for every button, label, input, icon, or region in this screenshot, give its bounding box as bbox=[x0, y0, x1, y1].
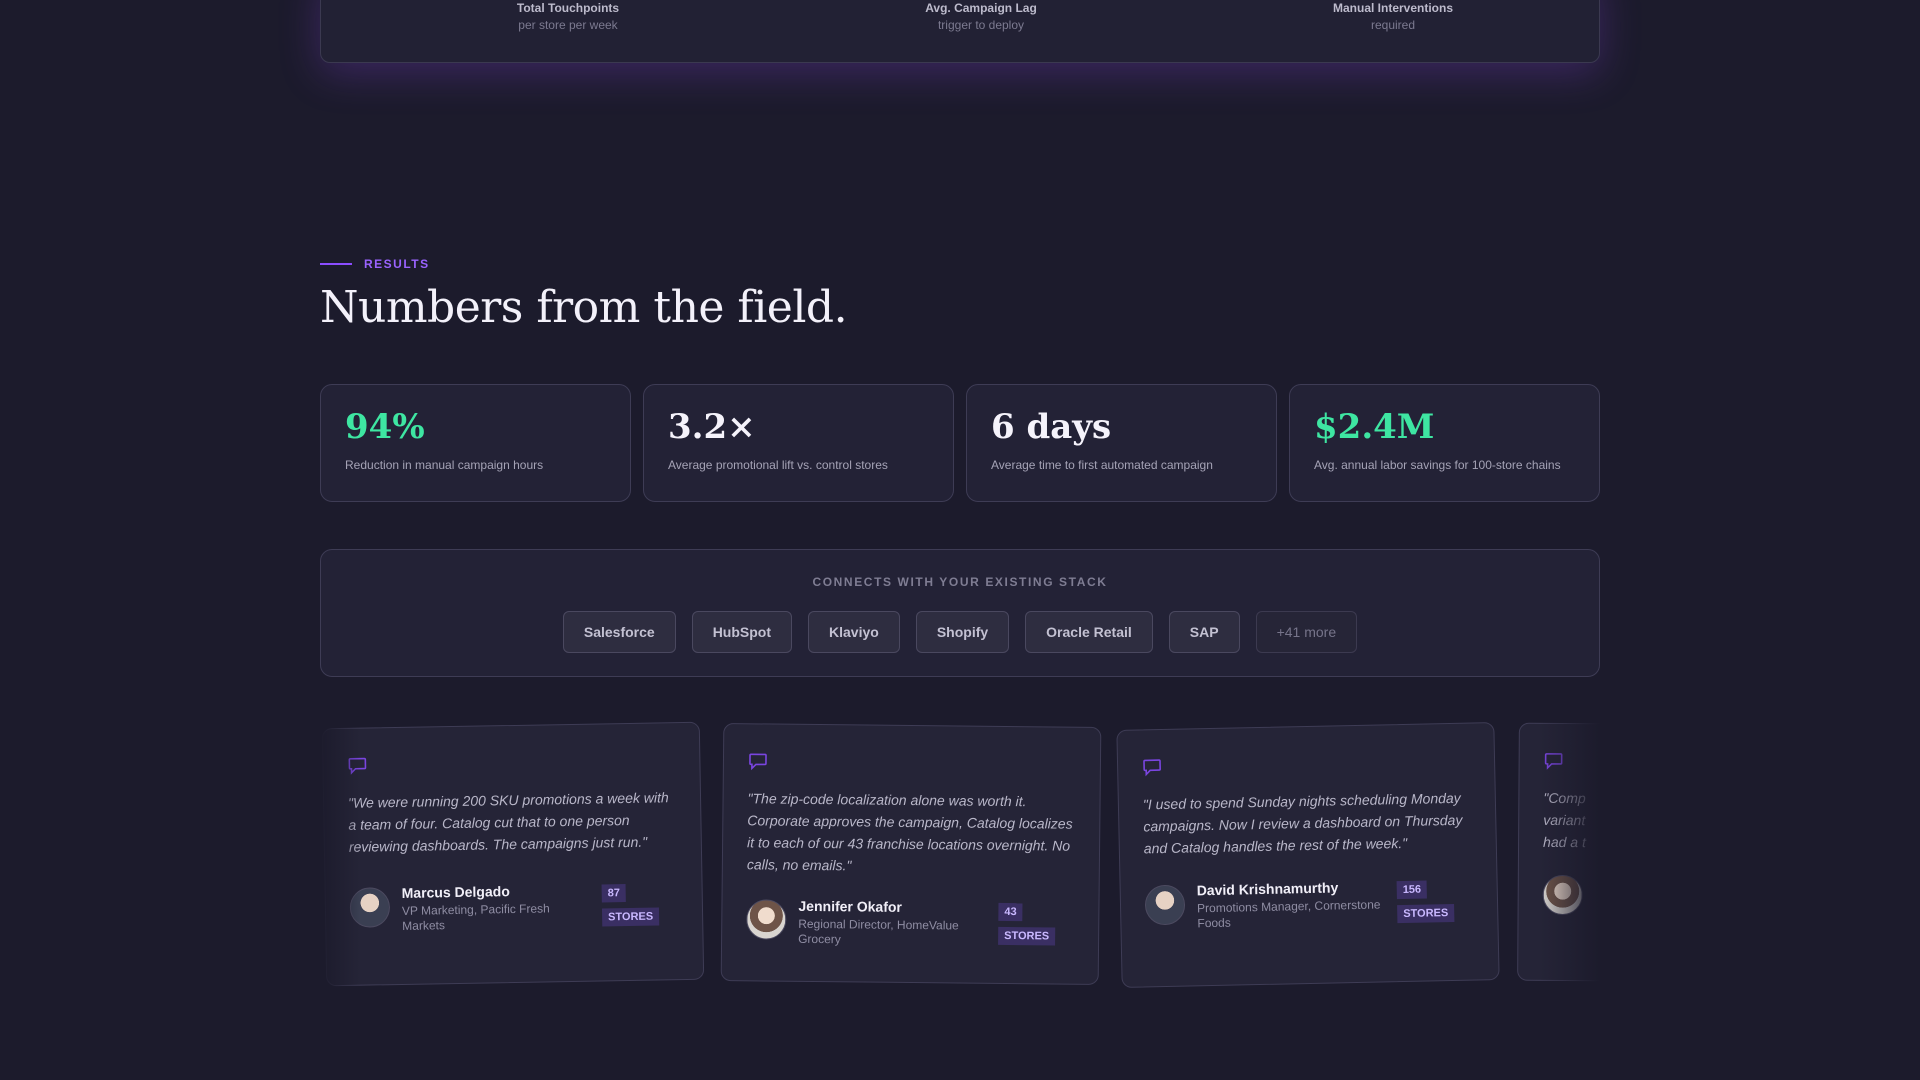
avatar bbox=[746, 899, 787, 940]
metric-total-touchpoints: Total Touchpoints per store per week bbox=[418, 1, 718, 32]
testimonial-quote: "Comp variant had a t bbox=[1543, 789, 1586, 851]
author-name: David Krishnamurthy bbox=[1196, 879, 1339, 899]
stat-card: 94% Reduction in manual campaign hours bbox=[320, 384, 631, 502]
testimonial-card: "We were running 200 SKU promotions a we… bbox=[321, 721, 705, 987]
integration-sap[interactable]: SAP bbox=[1168, 611, 1240, 653]
section-headline: Numbers from the field. bbox=[320, 282, 848, 333]
store-count-number: 43 bbox=[998, 902, 1023, 922]
author-info: Jennifer Okafor Regional Director, HomeV… bbox=[798, 898, 989, 949]
stats-row: 94% Reduction in manual campaign hours 3… bbox=[320, 384, 1600, 502]
stat-description: Avg. annual labor savings for 100-store … bbox=[1314, 458, 1561, 473]
author-role: Regional Director, HomeValue Grocery bbox=[798, 916, 959, 947]
metric-subtitle: per store per week bbox=[518, 18, 618, 32]
store-count-number: 156 bbox=[1396, 880, 1428, 900]
eyebrow-line bbox=[320, 263, 352, 265]
testimonial-quote: "The zip-code localization alone was wor… bbox=[746, 790, 1073, 874]
chat-bubble-icon bbox=[1544, 753, 1563, 770]
summary-card: Total Touchpoints per store per week Avg… bbox=[320, 0, 1600, 63]
store-count-unit: STORES bbox=[601, 907, 660, 927]
metric-subtitle: trigger to deploy bbox=[937, 18, 1025, 32]
integration-salesforce[interactable]: Salesforce bbox=[562, 611, 676, 653]
stat-value: 6 days bbox=[991, 407, 1112, 447]
author-info: David Krishnamurthy Promotions Manager, … bbox=[1197, 878, 1388, 931]
integrations-panel: CONNECTS WITH YOUR EXISTING STACK Salesf… bbox=[320, 549, 1600, 677]
stat-card: 3.2× Average promotional lift vs. contro… bbox=[643, 384, 954, 502]
metric-subtitle: required bbox=[1370, 18, 1416, 32]
store-count-unit: STORES bbox=[1397, 903, 1455, 924]
store-count-number: 87 bbox=[601, 884, 627, 903]
metric-title: Avg. Campaign Lag bbox=[925, 1, 1037, 15]
stat-value: $2.4M bbox=[1314, 407, 1435, 447]
integration-klaviyo[interactable]: Klaviyo bbox=[808, 611, 900, 653]
store-count-badge: 156 STORES bbox=[1396, 877, 1455, 926]
author-name: Marcus Delgado bbox=[401, 883, 510, 901]
chat-bubble-icon bbox=[749, 753, 767, 771]
author-role: VP Marketing, Pacific Fresh Markets bbox=[401, 901, 550, 933]
stat-description: Average promotional lift vs. control sto… bbox=[668, 458, 888, 473]
stat-value: 3.2× bbox=[668, 407, 756, 447]
testimonial-card: "Comp variant had a t bbox=[1517, 722, 1600, 984]
author-info: Marcus Delgado VP Marketing, Pacific Fre… bbox=[402, 882, 593, 934]
section-eyebrow: RESULTS bbox=[320, 257, 430, 271]
store-count-badge: 87 STORES bbox=[601, 880, 660, 929]
testimonials-carousel[interactable]: "We were running 200 SKU promotions a we… bbox=[320, 718, 1600, 1008]
integration-shopify[interactable]: Shopify bbox=[915, 611, 1010, 653]
testimonial-author: Marcus Delgado VP Marketing, Pacific Fre… bbox=[349, 880, 679, 935]
stat-description: Reduction in manual campaign hours bbox=[345, 458, 544, 473]
integrations-list: Salesforce HubSpot Klaviyo Shopify Oracl… bbox=[321, 611, 1599, 653]
eyebrow-label: RESULTS bbox=[364, 257, 430, 271]
stat-value: 94% bbox=[345, 407, 425, 447]
stat-description: Average time to first automated campaign bbox=[991, 458, 1213, 473]
stat-card: 6 days Average time to first automated c… bbox=[966, 384, 1277, 502]
testimonial-quote: "I used to spend Sunday nights schedulin… bbox=[1142, 789, 1463, 857]
metric-title: Total Touchpoints bbox=[516, 1, 620, 15]
author-role: Promotions Manager, Cornerstone Foods bbox=[1196, 897, 1381, 931]
avatar bbox=[1542, 874, 1583, 916]
integration-more[interactable]: +41 more bbox=[1255, 611, 1358, 653]
testimonial-quote: "We were running 200 SKU promotions a we… bbox=[347, 789, 669, 855]
testimonial-card: "I used to spend Sunday nights schedulin… bbox=[1116, 722, 1500, 988]
testimonial-author bbox=[1542, 873, 1600, 917]
author-name: Jennifer Okafor bbox=[798, 897, 903, 915]
stat-card: $2.4M Avg. annual labor savings for 100-… bbox=[1289, 384, 1600, 502]
store-count-unit: STORES bbox=[998, 926, 1056, 946]
testimonial-author: Jennifer Okafor Regional Director, HomeV… bbox=[746, 897, 1074, 949]
integration-oracle-retail[interactable]: Oracle Retail bbox=[1025, 611, 1153, 653]
metric-avg-campaign-lag: Avg. Campaign Lag trigger to deploy bbox=[831, 1, 1131, 32]
metric-title: Manual Interventions bbox=[1332, 1, 1454, 15]
integrations-title: CONNECTS WITH YOUR EXISTING STACK bbox=[812, 575, 1108, 589]
avatar bbox=[349, 887, 391, 928]
avatar bbox=[1144, 884, 1186, 926]
testimonial-card: "The zip-code localization alone was wor… bbox=[720, 723, 1102, 985]
metric-manual-interventions: Manual Interventions required bbox=[1243, 1, 1543, 32]
store-count-badge: 43 STORES bbox=[998, 900, 1056, 949]
integration-hubspot[interactable]: HubSpot bbox=[691, 611, 793, 653]
chat-bubble-icon bbox=[1143, 759, 1161, 777]
testimonial-author: David Krishnamurthy Promotions Manager, … bbox=[1144, 877, 1474, 933]
chat-bubble-icon bbox=[348, 757, 367, 775]
